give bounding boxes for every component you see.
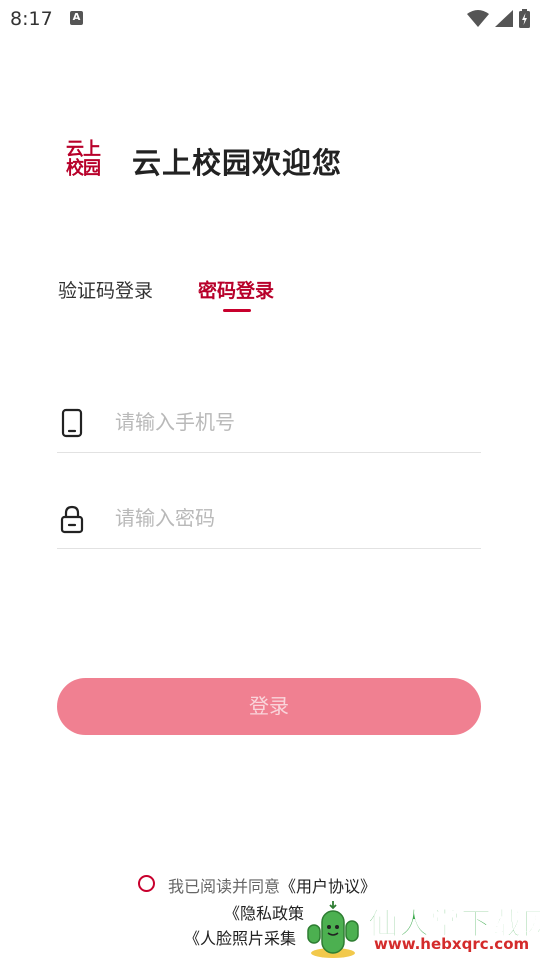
password-field [57,488,481,549]
wifi-icon [467,10,489,27]
app-logo: 云上 校园 [66,140,108,180]
phone-field [57,392,481,453]
phone-input[interactable] [115,406,475,438]
password-input[interactable] [115,502,475,534]
status-icons [467,9,530,28]
agree-radio[interactable] [138,875,155,892]
signal-icon [495,10,513,27]
page-title: 云上校园欢迎您 [132,146,343,180]
face-photo-link[interactable]: 《人脸照片采集 [184,925,296,949]
tab-sms-login[interactable]: 验证码登录 [58,276,153,303]
agreement-text: 我已阅读并同意《用户协议》 [168,873,376,897]
logo-line2: 校园 [66,158,101,179]
lock-icon [60,505,84,534]
status-time: 8:17 [10,8,53,30]
cactus-icon [307,901,359,958]
privacy-policy-link[interactable]: 《隐私政策 [224,900,304,924]
user-agreement-link[interactable]: 《用户协议》 [280,877,376,896]
watermark: 仙人掌下载网 www.hebxqrc.com [304,895,540,961]
watermark-url: www.hebxqrc.com [374,935,530,953]
status-bar: 8:17 A [0,0,540,38]
logo-line1: 云上 [66,139,101,160]
login-button[interactable]: 登录 [57,678,481,735]
battery-icon [519,9,530,28]
notification-icon: A [70,11,83,25]
tab-password-login[interactable]: 密码登录 [198,276,274,303]
active-tab-indicator [223,309,251,312]
phone-icon [61,408,83,438]
agreement-prefix: 我已阅读并同意 [168,877,281,896]
